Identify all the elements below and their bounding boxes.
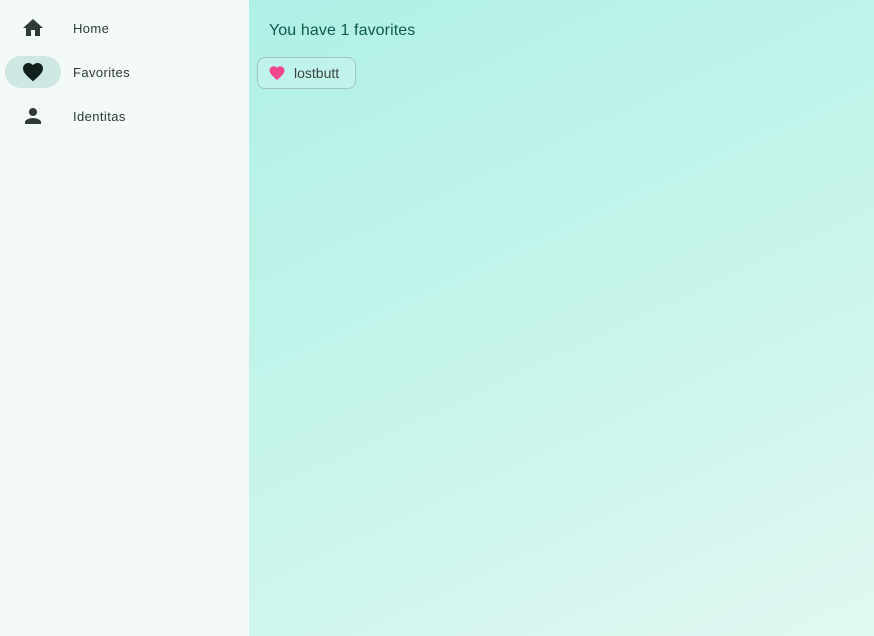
- sidebar-item-favorites[interactable]: Favorites: [5, 56, 245, 88]
- home-icon-container: [5, 12, 61, 44]
- heart-icon: [23, 63, 43, 82]
- home-icon: [23, 19, 43, 36]
- heart-icon: [269, 66, 285, 81]
- navigation-rail: Home Favorites Identitas: [0, 0, 249, 636]
- page-title: You have 1 favorites: [269, 22, 416, 39]
- sidebar-item-label: Home: [73, 20, 110, 36]
- sidebar-item-label: Identitas: [73, 108, 126, 124]
- sidebar-item-label: Favorites: [73, 64, 131, 80]
- favorite-chip[interactable]: lostbutt: [257, 57, 357, 89]
- person-icon-container: [5, 100, 61, 132]
- sidebar-item-identitas[interactable]: Identitas: [5, 100, 245, 132]
- favorites-page: You have 1 favorites lostbutt: [249, 0, 874, 636]
- person-icon: [25, 108, 41, 124]
- favorite-label: lostbutt: [294, 65, 340, 81]
- sidebar-item-home[interactable]: Home: [5, 12, 245, 44]
- active-indicator: [5, 56, 61, 88]
- app-window: Home Favorites Identitas You have 1 favo…: [0, 0, 874, 636]
